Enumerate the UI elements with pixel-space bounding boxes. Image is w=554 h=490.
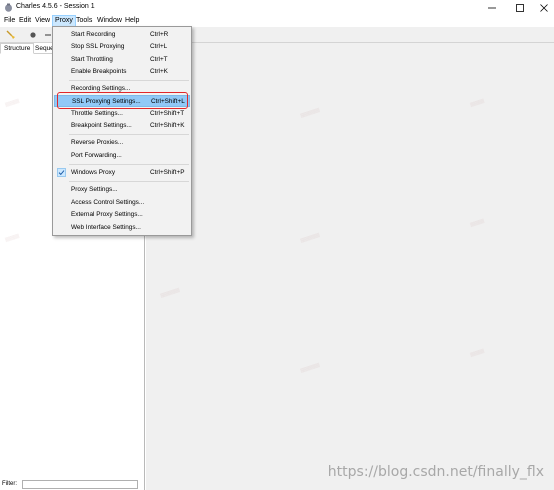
menu-item-shortcut: Ctrl+L: [150, 43, 168, 50]
menu-item-reverse-proxies[interactable]: Reverse Proxies...: [54, 137, 190, 149]
check-icon: [57, 168, 66, 177]
charles-jug-icon: [4, 3, 13, 12]
title-bar: Charles 4.5.6 - Session 1: [0, 0, 554, 15]
menu-item-label: Start Recording: [71, 31, 116, 38]
menu-edit[interactable]: Edit: [17, 15, 33, 27]
maximize-icon: [516, 3, 524, 12]
menu-item-proxy-settings[interactable]: Proxy Settings...: [54, 184, 190, 196]
broom-icon: [6, 30, 15, 39]
menu-item-shortcut: Ctrl+Shift+T: [150, 110, 185, 117]
menu-item-web-interface-settings[interactable]: Web Interface Settings...: [54, 222, 190, 234]
menu-item-shortcut: Ctrl+Shift+K: [150, 122, 185, 129]
menu-item-label: Windows Proxy: [71, 169, 116, 176]
menu-separator: [69, 181, 189, 182]
close-button[interactable]: [531, 0, 554, 15]
menu-item-label: Recording Settings...: [71, 85, 131, 92]
menu-item-enable-breakpoints[interactable]: Enable Breakpoints Ctrl+K: [54, 66, 190, 78]
menu-item-start-recording[interactable]: Start Recording Ctrl+R: [54, 29, 190, 41]
annotation-highlight-box: [57, 92, 188, 109]
menu-separator: [69, 164, 189, 165]
menu-item-breakpoint-settings[interactable]: Breakpoint Settings... Ctrl+Shift+K: [54, 120, 190, 132]
menu-item-label: Proxy Settings...: [71, 186, 118, 193]
menu-item-shortcut: Ctrl+T: [150, 56, 168, 63]
menu-item-label: Enable Breakpoints: [71, 68, 127, 75]
menu-separator: [69, 80, 189, 81]
menu-separator: [69, 134, 189, 135]
menu-item-access-control-settings[interactable]: Access Control Settings...: [54, 197, 190, 209]
menu-item-label: Web Interface Settings...: [71, 224, 141, 231]
record-icon: [30, 32, 36, 38]
watermark-url: https://blog.csdn.net/finally_flx: [327, 464, 544, 480]
filter-label: Filter:: [2, 481, 17, 487]
dash-icon: [45, 34, 51, 36]
menu-item-label: Reverse Proxies...: [71, 139, 124, 146]
clear-session-button[interactable]: [5, 29, 17, 41]
proxy-menu: Start Recording Ctrl+R Stop SSL Proxying…: [52, 26, 192, 236]
minimize-icon: [488, 7, 496, 8]
menu-item-label: Port Forwarding...: [71, 152, 122, 159]
filter-input[interactable]: [22, 480, 138, 489]
menu-item-label: Throttle Settings...: [71, 110, 123, 117]
maximize-button[interactable]: [507, 0, 533, 15]
filter-row: Filter:: [0, 480, 145, 490]
menu-item-label: External Proxy Settings...: [71, 211, 143, 218]
menu-item-stop-ssl-proxying[interactable]: Stop SSL Proxying Ctrl+L: [54, 41, 190, 53]
menu-view[interactable]: View: [33, 15, 52, 27]
minimize-button[interactable]: [479, 0, 505, 15]
menu-item-windows-proxy[interactable]: Windows Proxy Ctrl+Shift+P: [54, 167, 190, 179]
window-title: Charles 4.5.6 - Session 1: [16, 3, 95, 10]
menu-item-shortcut: Ctrl+K: [150, 68, 168, 75]
tab-structure[interactable]: Structure: [0, 43, 35, 54]
menu-item-label: Access Control Settings...: [71, 199, 145, 206]
menu-item-shortcut: Ctrl+Shift+P: [150, 169, 185, 176]
menu-item-label: Breakpoint Settings...: [71, 122, 132, 129]
menu-item-shortcut: Ctrl+R: [150, 31, 169, 38]
menu-item-throttle-settings[interactable]: Throttle Settings... Ctrl+Shift+T: [54, 108, 190, 120]
menu-item-port-forwarding[interactable]: Port Forwarding...: [54, 150, 190, 162]
menu-item-external-proxy-settings[interactable]: External Proxy Settings...: [54, 209, 190, 221]
detail-pane: [146, 43, 554, 490]
record-button[interactable]: [27, 29, 39, 41]
menu-file[interactable]: File: [2, 15, 17, 27]
menu-item-label: Stop SSL Proxying: [71, 43, 125, 50]
menu-item-label: Start Throttling: [71, 56, 113, 63]
close-icon: [540, 3, 548, 12]
menu-item-start-throttling[interactable]: Start Throttling Ctrl+T: [54, 54, 190, 66]
